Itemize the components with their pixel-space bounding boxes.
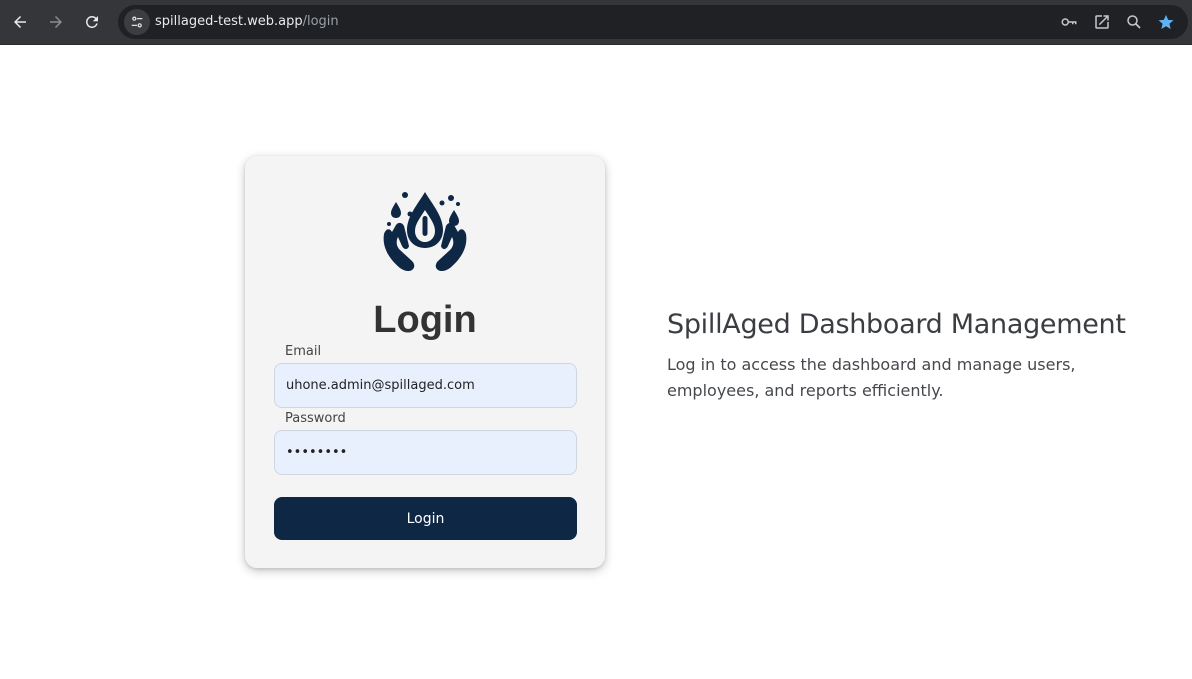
login-title: Login [373,299,477,341]
zoom-button[interactable] [1124,12,1144,32]
email-field[interactable] [274,363,577,408]
forward-button[interactable] [41,7,71,37]
zoom-icon [1127,15,1141,29]
arrow-right-icon [50,16,62,28]
login-button[interactable]: Login [274,497,577,540]
dashboard-description: Log in to access the dashboard and manag… [667,355,1076,400]
key-icon [1061,18,1077,26]
dashboard-heading: SpillAged Dashboard Management [667,309,1126,340]
email-label: Email [285,344,322,359]
external-link-icon [1095,15,1109,29]
browser-toolbar: spillaged-test.web.app/login [0,0,1192,45]
url-host: spillaged-test.web.app [155,14,303,29]
url-path: /login [302,14,339,29]
reload-icon [85,15,98,28]
reload-button[interactable] [77,7,107,37]
open-in-app-button[interactable] [1092,12,1112,32]
bookmark-button[interactable] [1156,12,1176,32]
password-manager-button[interactable] [1059,12,1079,32]
arrow-left-icon [14,16,26,28]
url-text[interactable]: spillaged-test.web.app/login [155,14,339,29]
back-button[interactable] [5,7,35,37]
password-field[interactable] [274,430,577,475]
password-label: Password [285,411,346,426]
site-info-button[interactable] [124,9,150,35]
tune-icon [131,16,143,28]
address-bar[interactable]: spillaged-test.web.app/login [118,5,1188,39]
water-drop-hands-icon [383,192,467,272]
login-card: Login Email Password Login [245,156,605,568]
star-icon [1158,14,1174,30]
